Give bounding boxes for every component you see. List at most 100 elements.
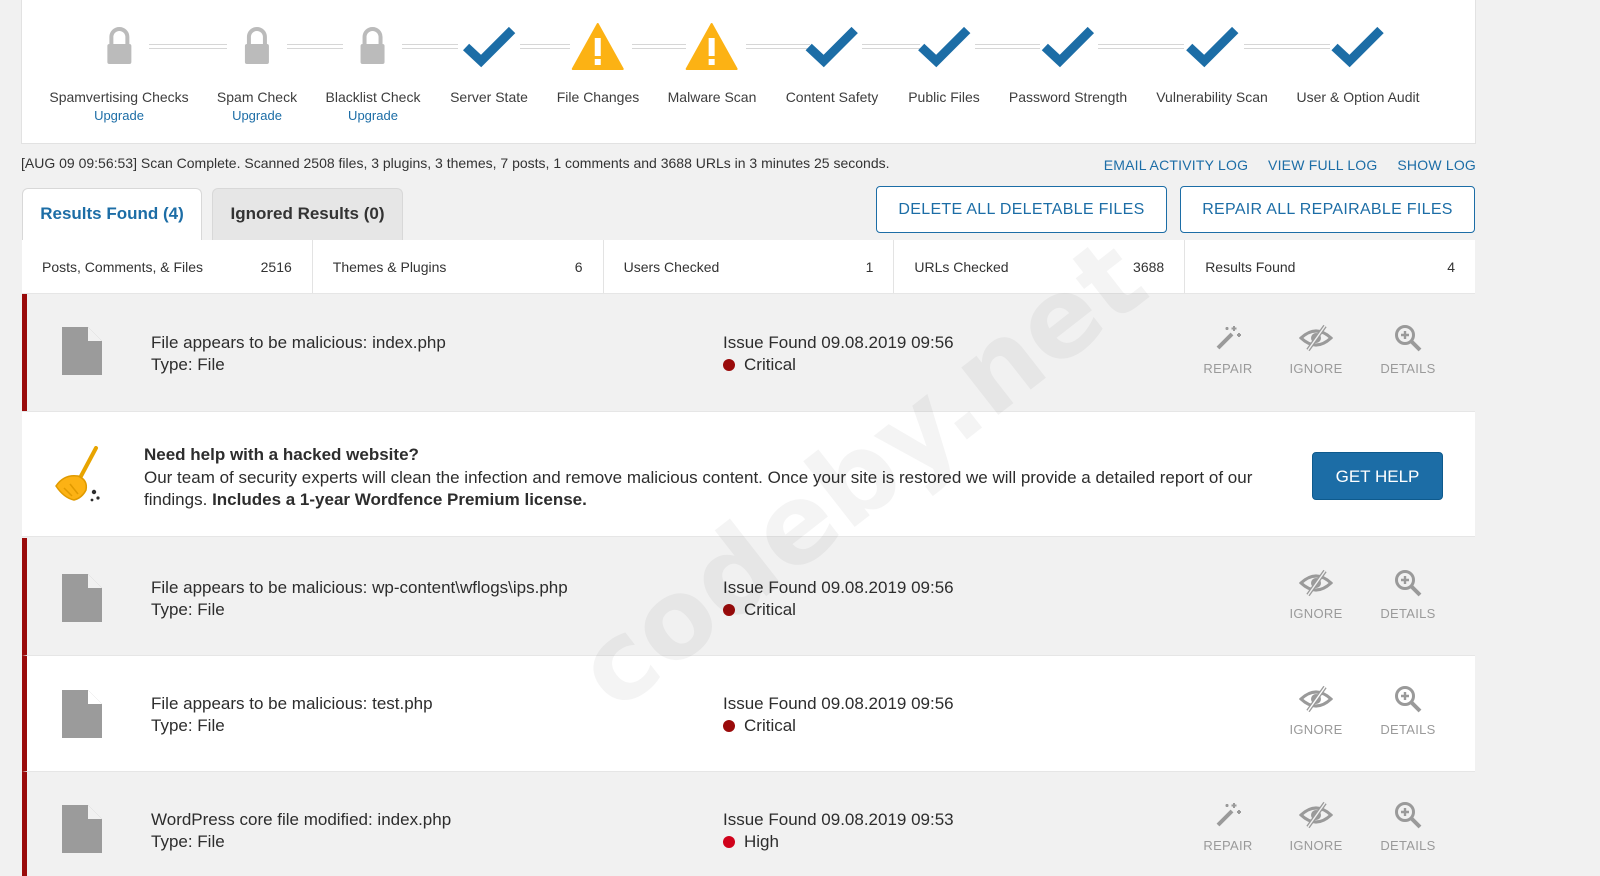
- checkmark-icon: [1041, 26, 1095, 68]
- details-button[interactable]: DETAILS: [1373, 685, 1443, 737]
- issue-type: Type: File: [151, 600, 225, 619]
- file-icon: [62, 327, 102, 375]
- stage-content-safety: Content Safety: [786, 0, 878, 144]
- issue-type: Type: File: [151, 355, 225, 374]
- view-full-log-link[interactable]: VIEW FULL LOG: [1268, 157, 1377, 173]
- details-button[interactable]: DETAILS: [1373, 801, 1443, 853]
- checkmark-icon: [1185, 26, 1239, 68]
- stage-blacklist-check: Blacklist Check Upgrade: [325, 0, 421, 144]
- stat-label: Posts, Comments, & Files: [42, 258, 204, 275]
- details-label: DETAILS: [1380, 838, 1436, 853]
- issue-severity: Critical: [723, 355, 796, 375]
- repair-all-repairable-files-button[interactable]: REPAIR ALL REPAIRABLE FILES: [1180, 186, 1475, 233]
- checkmark-icon: [1331, 26, 1385, 68]
- help-title: Need help with a hacked website?: [144, 445, 419, 464]
- checkmark-icon: [462, 26, 516, 68]
- zoom-in-icon: [1395, 325, 1422, 352]
- get-help-button[interactable]: GET HELP: [1312, 452, 1443, 500]
- scan-stats-row: Posts, Comments, & Files 2516 Themes & Pl…: [22, 240, 1475, 294]
- issue-title: File appears to be malicious: wp-content…: [151, 578, 568, 597]
- file-icon: [62, 690, 102, 738]
- stage-label: Spam Check: [216, 89, 298, 105]
- magic-wand-icon: [1216, 326, 1241, 350]
- issue-row: File appears to be malicious: test.php T…: [22, 655, 1475, 771]
- stat-results-found: Results Found 4: [1185, 240, 1475, 293]
- stage-vulnerability-scan: Vulnerability Scan: [1156, 0, 1268, 144]
- upgrade-link[interactable]: Upgrade: [49, 108, 188, 123]
- ignore-button[interactable]: IGNORE: [1281, 801, 1351, 853]
- stat-themes-plugins: Themes & Plugins 6: [313, 240, 604, 293]
- stage-label: Malware Scan: [667, 89, 757, 105]
- tab-ignored-results[interactable]: Ignored Results (0): [212, 188, 403, 240]
- scan-status-text: [AUG 09 09:56:53] Scan Complete. Scanned…: [21, 155, 890, 171]
- file-icon: [62, 574, 102, 622]
- issue-title: WordPress core file modified: index.php: [151, 810, 452, 829]
- lock-icon: [360, 27, 385, 64]
- severity-label: High: [744, 832, 779, 851]
- stat-label: Users Checked: [623, 258, 720, 275]
- zoom-in-icon: [1395, 570, 1422, 597]
- stat-posts-comments-files: Posts, Comments, & Files 2516: [22, 240, 313, 293]
- stat-label: URLs Checked: [914, 258, 1009, 275]
- stage-malware-scan: Malware Scan: [667, 0, 757, 144]
- stat-label: Themes & Plugins: [332, 258, 447, 275]
- severity-dot: [723, 604, 735, 616]
- ignore-label: IGNORE: [1289, 838, 1343, 853]
- stage-label: Server State: [450, 89, 528, 105]
- stat-value: 2516: [260, 258, 292, 275]
- stage-spamvertising-checks: Spamvertising Checks Upgrade: [49, 0, 189, 144]
- stage-label: User & Option Audit: [1296, 89, 1420, 105]
- log-links: EMAIL ACTIVITY LOG VIEW FULL LOG SHOW LO…: [1088, 157, 1476, 173]
- eye-slash-icon: [1299, 685, 1333, 713]
- issue-severity: Critical: [723, 600, 796, 620]
- ignore-button[interactable]: IGNORE: [1281, 324, 1351, 376]
- stage-label: File Changes: [556, 89, 640, 105]
- details-button[interactable]: DETAILS: [1373, 324, 1443, 376]
- stat-value: 3688: [1133, 258, 1165, 275]
- severity-dot: [723, 359, 735, 371]
- stat-value: 4: [1447, 258, 1455, 275]
- warning-icon: [572, 23, 624, 70]
- details-button[interactable]: DETAILS: [1373, 569, 1443, 621]
- upgrade-link[interactable]: Upgrade: [217, 108, 297, 123]
- tab-results-found[interactable]: Results Found (4): [22, 188, 202, 240]
- ignore-label: IGNORE: [1289, 606, 1343, 621]
- ignore-button[interactable]: IGNORE: [1281, 685, 1351, 737]
- stage-label: Spamvertising Checks: [49, 89, 189, 105]
- show-log-link[interactable]: SHOW LOG: [1397, 157, 1476, 173]
- broom-icon: [55, 446, 100, 502]
- repair-button[interactable]: REPAIR: [1193, 801, 1263, 853]
- issue-found-date: Issue Found 09.08.2019 09:53: [723, 810, 954, 829]
- stage-file-changes: File Changes: [556, 0, 640, 144]
- repair-label: REPAIR: [1203, 838, 1253, 853]
- stage-label: Public Files: [908, 89, 980, 105]
- issue-found-date: Issue Found 09.08.2019 09:56: [723, 694, 954, 713]
- stage-label: Password Strength: [1008, 89, 1128, 105]
- stage-label: Blacklist Check: [325, 89, 421, 105]
- severity-label: Critical: [744, 600, 796, 619]
- help-body-bold: Includes a 1-year Wordfence Premium lice…: [212, 490, 587, 509]
- delete-all-deletable-files-button[interactable]: DELETE ALL DELETABLE FILES: [876, 186, 1167, 233]
- issue-type: Type: File: [151, 832, 225, 851]
- stage-user-option-audit: User & Option Audit: [1296, 0, 1420, 144]
- stage-spam-check: Spam Check Upgrade: [217, 0, 297, 144]
- issue-severity: High: [723, 832, 779, 852]
- stat-value: 1: [865, 258, 874, 275]
- issue-severity: Critical: [723, 716, 796, 736]
- lock-icon: [245, 27, 269, 64]
- stage-public-files: Public Files: [908, 0, 980, 144]
- email-activity-log-link[interactable]: EMAIL ACTIVITY LOG: [1104, 157, 1248, 173]
- severity-label: Critical: [744, 355, 796, 374]
- repair-button[interactable]: REPAIR: [1193, 324, 1263, 376]
- issue-found-date: Issue Found 09.08.2019 09:56: [723, 333, 954, 352]
- repair-label: REPAIR: [1203, 361, 1253, 376]
- scan-stages-bar: Spamvertising Checks Upgrade Spam Check …: [21, 0, 1476, 144]
- stat-label: Results Found: [1205, 258, 1296, 275]
- issue-title: File appears to be malicious: test.php: [151, 694, 433, 713]
- issue-row: WordPress core file modified: index.php …: [22, 771, 1475, 876]
- eye-slash-icon: [1299, 801, 1333, 829]
- ignore-button[interactable]: IGNORE: [1281, 569, 1351, 621]
- details-label: DETAILS: [1380, 722, 1436, 737]
- upgrade-link[interactable]: Upgrade: [326, 108, 421, 123]
- stat-urls-checked: URLs Checked 3688: [894, 240, 1186, 293]
